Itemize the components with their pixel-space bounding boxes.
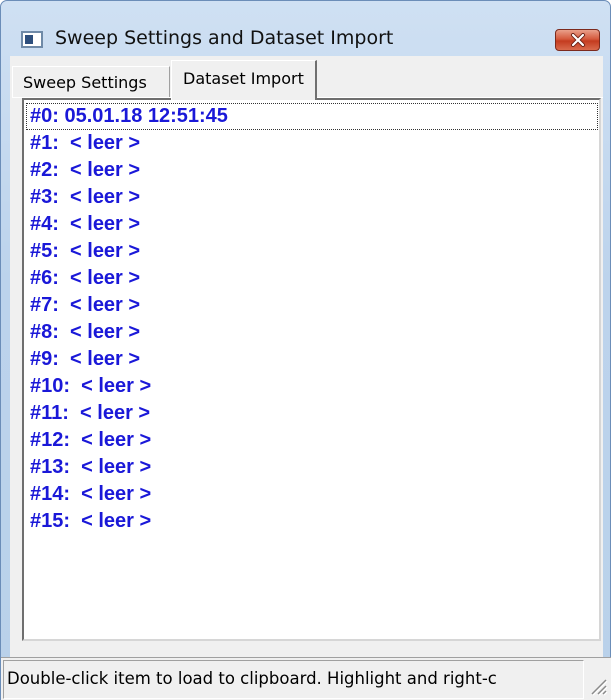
status-text: Double-click item to load to clipboard. … bbox=[3, 660, 584, 699]
dataset-list-item[interactable]: #1: < leer > bbox=[26, 130, 598, 157]
dataset-list-item[interactable]: #6: < leer > bbox=[26, 265, 598, 292]
tab-dataset-import[interactable]: Dataset Import bbox=[171, 60, 317, 100]
dataset-list-item[interactable]: #4: < leer > bbox=[26, 211, 598, 238]
dataset-list-item[interactable]: #13: < leer > bbox=[26, 454, 598, 481]
tab-sweep-settings[interactable]: Sweep Settings bbox=[12, 66, 170, 97]
size-grip-icon[interactable] bbox=[587, 675, 609, 697]
dataset-list-item[interactable]: #0: 05.01.18 12:51:45 bbox=[26, 103, 598, 130]
dataset-list-item[interactable]: #12: < leer > bbox=[26, 427, 598, 454]
dataset-listbox[interactable]: #0: 05.01.18 12:51:45 #1: < leer > #2: < l… bbox=[22, 98, 601, 641]
close-button[interactable] bbox=[555, 29, 600, 51]
dataset-list-item[interactable]: #15: < leer > bbox=[26, 508, 598, 535]
dataset-list-item[interactable]: #14: < leer > bbox=[26, 481, 598, 508]
dialog-client-area: Sweep Settings Dataset Import #0: 05.01.… bbox=[10, 56, 603, 699]
dataset-list-item[interactable]: #3: < leer > bbox=[26, 184, 598, 211]
dataset-list-item[interactable]: #7: < leer > bbox=[26, 292, 598, 319]
title-bar[interactable]: Sweep Settings and Dataset Import bbox=[1, 1, 610, 56]
dataset-list-item[interactable]: #5: < leer > bbox=[26, 238, 598, 265]
dataset-list-item[interactable]: #10: < leer > bbox=[26, 373, 598, 400]
dataset-list-item[interactable]: #8: < leer > bbox=[26, 319, 598, 346]
app-window-icon bbox=[21, 31, 43, 48]
window-title: Sweep Settings and Dataset Import bbox=[55, 27, 394, 49]
dialog-window: Sweep Settings and Dataset Import Sweep … bbox=[0, 0, 611, 700]
status-bar: Double-click item to load to clipboard. … bbox=[1, 657, 611, 700]
dataset-list-item[interactable]: #9: < leer > bbox=[26, 346, 598, 373]
dataset-list-item[interactable]: #2: < leer > bbox=[26, 157, 598, 184]
dataset-list-item[interactable]: #11: < leer > bbox=[26, 400, 598, 427]
close-icon bbox=[570, 33, 585, 47]
